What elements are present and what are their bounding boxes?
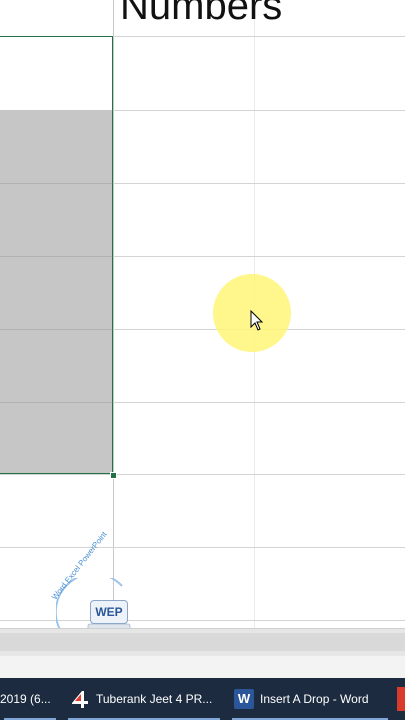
screen: Numbers Word Excel PowerPoint WEP 2019 (…	[0, 0, 405, 720]
watermark-badge: WEP	[90, 600, 128, 624]
taskbar-item-label: Tuberank Jeet 4 PR...	[96, 692, 213, 706]
taskbar: 2019 (6... Tuberank Jeet 4 PR... W Inser…	[0, 678, 405, 720]
scrollbar-track[interactable]	[0, 633, 405, 651]
mouse-pointer-icon	[250, 310, 264, 331]
column-divider	[113, 0, 114, 628]
taskbar-item-label: 2019 (6...	[0, 692, 51, 706]
row-divider	[0, 474, 405, 475]
column-header-cell[interactable]: Numbers	[120, 0, 282, 26]
taskbar-item-2019[interactable]: 2019 (6...	[0, 678, 60, 720]
horizontal-scrollbar[interactable]	[0, 628, 405, 656]
word-icon: W	[234, 689, 254, 709]
app-icon[interactable]	[397, 687, 405, 711]
tuberank-icon	[72, 691, 88, 708]
fill-handle[interactable]	[110, 472, 117, 479]
spreadsheet-grid[interactable]: Numbers Word Excel PowerPoint WEP	[0, 0, 405, 648]
taskbar-item-word[interactable]: W Insert A Drop - Word	[228, 678, 392, 720]
taskbar-item-label: Insert A Drop - Word	[260, 692, 369, 706]
selection-range[interactable]	[0, 36, 113, 474]
taskbar-item-tuberank[interactable]: Tuberank Jeet 4 PR...	[64, 678, 224, 720]
row-divider	[0, 547, 405, 548]
status-bar	[0, 656, 405, 678]
